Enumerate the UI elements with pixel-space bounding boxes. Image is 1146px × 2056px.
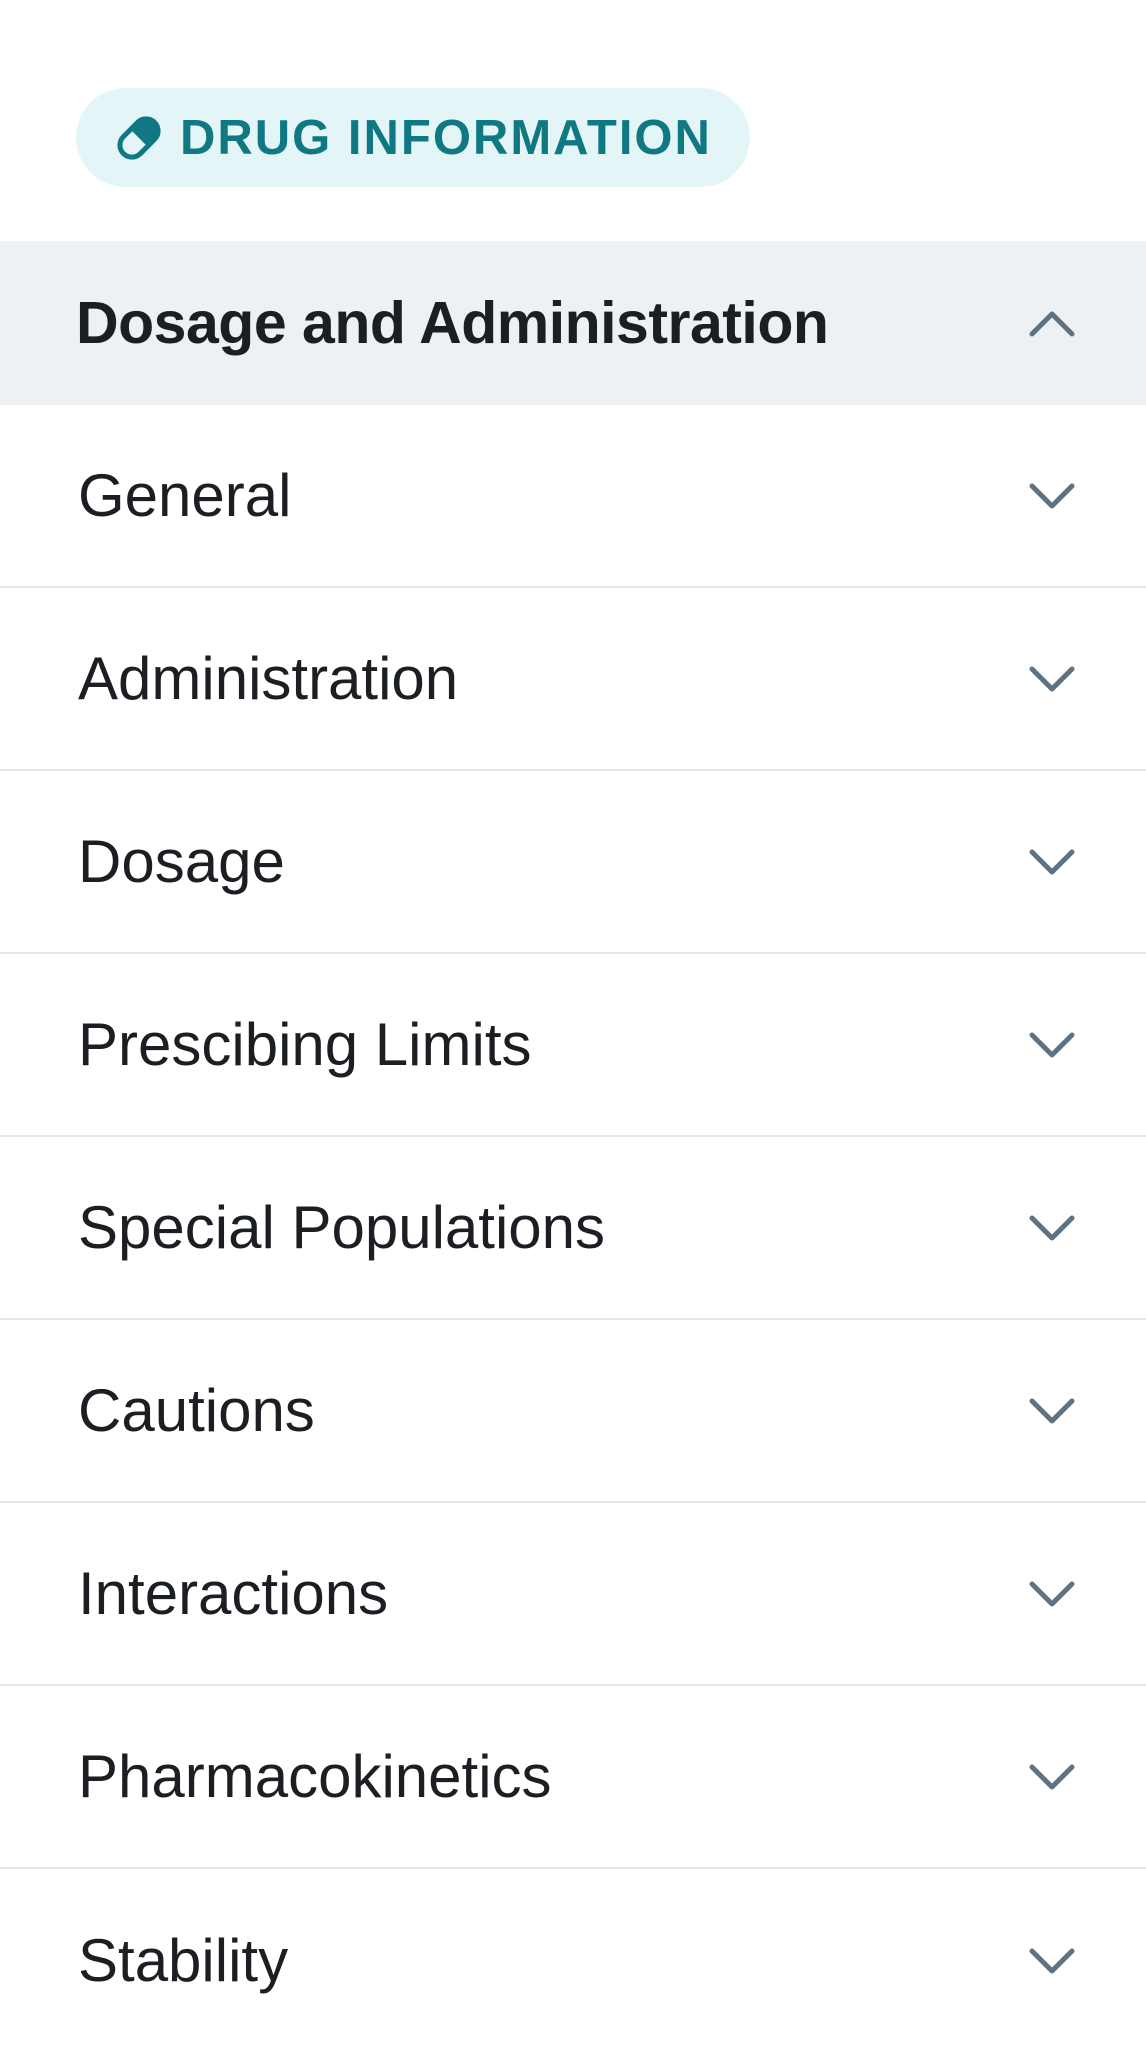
- list-item-label: General: [78, 462, 292, 529]
- subsection-list: General Administration Dosage Prescibing…: [0, 405, 1146, 2052]
- chevron-down-icon: [1026, 470, 1078, 522]
- list-item-stability[interactable]: Stability: [0, 1869, 1146, 2052]
- list-item-general[interactable]: General: [0, 405, 1146, 588]
- badge-label: DRUG INFORMATION: [180, 110, 712, 165]
- badge-area: DRUG INFORMATION: [0, 0, 1146, 241]
- chevron-down-icon: [1026, 1935, 1078, 1987]
- section-header-dosage-and-administration[interactable]: Dosage and Administration: [0, 241, 1146, 405]
- chevron-down-icon: [1026, 1568, 1078, 1620]
- list-item-label: Administration: [78, 645, 459, 712]
- chevron-down-icon: [1026, 653, 1078, 705]
- list-item-label: Pharmacokinetics: [78, 1743, 552, 1810]
- drug-information-badge: DRUG INFORMATION: [76, 88, 750, 187]
- list-item-pharmacokinetics[interactable]: Pharmacokinetics: [0, 1686, 1146, 1869]
- chevron-down-icon: [1026, 1751, 1078, 1803]
- list-item-dosage[interactable]: Dosage: [0, 771, 1146, 954]
- chevron-down-icon: [1026, 836, 1078, 888]
- section-title: Dosage and Administration: [76, 290, 829, 356]
- list-item-label: Special Populations: [78, 1194, 606, 1261]
- chevron-down-icon: [1026, 1202, 1078, 1254]
- chevron-up-icon: [1026, 297, 1078, 349]
- list-item-label: Prescibing Limits: [78, 1011, 532, 1078]
- list-item-label: Interactions: [78, 1560, 389, 1627]
- chevron-down-icon: [1026, 1019, 1078, 1071]
- list-item-interactions[interactable]: Interactions: [0, 1503, 1146, 1686]
- chevron-down-icon: [1026, 1385, 1078, 1437]
- list-item-label: Stability: [78, 1927, 289, 1994]
- drug-info-page: DRUG INFORMATION Dosage and Administrati…: [0, 0, 1146, 2056]
- list-item-label: Cautions: [78, 1377, 315, 1444]
- pill-icon: [112, 111, 166, 165]
- list-item-administration[interactable]: Administration: [0, 588, 1146, 771]
- list-item-label: Dosage: [78, 828, 285, 895]
- list-item-prescribing-limits[interactable]: Prescibing Limits: [0, 954, 1146, 1137]
- list-item-special-populations[interactable]: Special Populations: [0, 1137, 1146, 1320]
- list-item-cautions[interactable]: Cautions: [0, 1320, 1146, 1503]
